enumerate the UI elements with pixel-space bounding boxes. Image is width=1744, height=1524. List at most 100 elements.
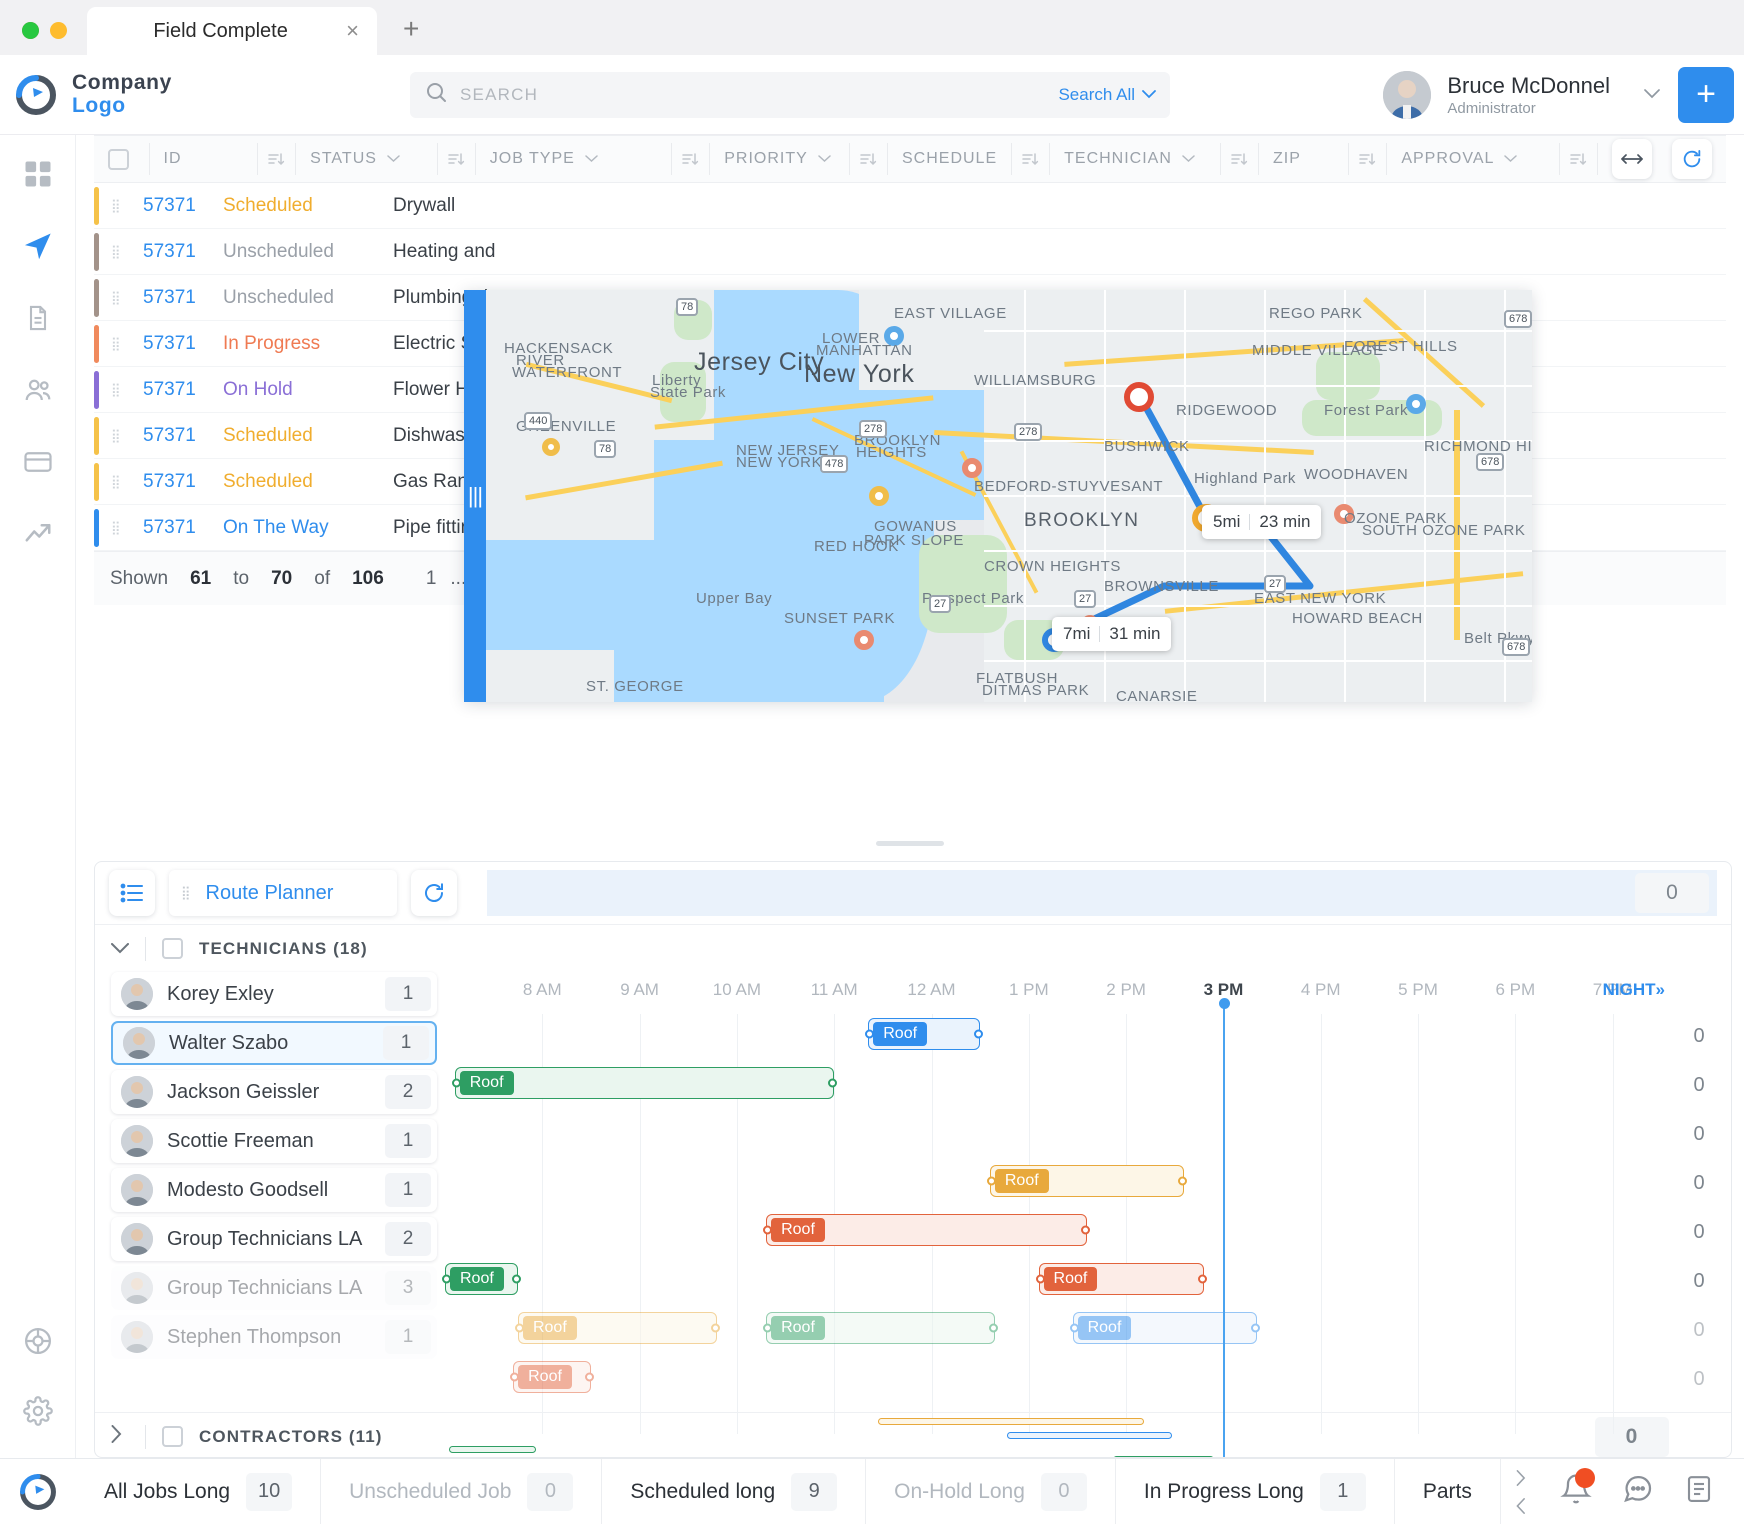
chevron-down-icon[interactable]: [1182, 152, 1195, 166]
route-map[interactable]: 5mi 23 min 7mi 31 min Jersey CityNew Yor…: [464, 290, 1532, 702]
list-icon[interactable]: [109, 870, 155, 916]
pagination-page[interactable]: 1: [426, 568, 437, 590]
technician-row[interactable]: Group Technicians LA3: [111, 1266, 437, 1310]
status-bar-item-all-jobs-long[interactable]: All Jobs Long10: [76, 1459, 321, 1524]
sort-control[interactable]: [258, 143, 296, 175]
chevron-down-icon[interactable]: [818, 152, 831, 166]
chat-button[interactable]: [1622, 1473, 1654, 1510]
map-marker[interactable]: [1406, 394, 1426, 414]
job-id[interactable]: 57371: [143, 195, 223, 217]
bar-end-handle[interactable]: [711, 1324, 720, 1333]
drag-handle-icon[interactable]: ⣿: [111, 198, 143, 214]
map-marker[interactable]: [854, 630, 874, 650]
sidebar-item-documents[interactable]: [17, 297, 59, 339]
map-marker[interactable]: [962, 458, 982, 478]
notes-button[interactable]: [1684, 1473, 1714, 1510]
technician-row[interactable]: Scottie Freeman1: [111, 1119, 437, 1163]
bar-end-handle[interactable]: [585, 1373, 594, 1382]
bar-start-handle[interactable]: [452, 1079, 461, 1088]
route-stop-marker[interactable]: [1124, 382, 1154, 412]
bar-end-handle[interactable]: [989, 1324, 998, 1333]
table-row[interactable]: ⣿57371ScheduledDrywall: [94, 183, 1726, 229]
bar-start-handle[interactable]: [515, 1324, 524, 1333]
job-id[interactable]: 57371: [143, 425, 223, 447]
map-marker[interactable]: [869, 486, 889, 506]
map-drag-handle[interactable]: |||: [464, 290, 486, 702]
drag-handle-icon[interactable]: ⣿: [111, 382, 143, 398]
technician-row[interactable]: Walter Szabo1: [111, 1021, 437, 1065]
timeline-night-label[interactable]: NIGHT»: [1603, 980, 1665, 1000]
chevron-down-icon[interactable]: [387, 152, 400, 166]
refresh-table-button[interactable]: [1672, 139, 1712, 179]
chevron-down-icon[interactable]: [1626, 86, 1678, 103]
bar-start-handle[interactable]: [1036, 1275, 1045, 1284]
select-all-jobs-checkbox[interactable]: [108, 149, 129, 170]
column-header-zip[interactable]: ZIP: [1259, 143, 1349, 175]
sidebar-item-settings[interactable]: [17, 1390, 59, 1432]
brand-logo[interactable]: Company Logo: [0, 72, 330, 117]
gantt-job-bar[interactable]: Roof: [455, 1067, 834, 1099]
map-canvas[interactable]: 5mi 23 min 7mi 31 min Jersey CityNew Yor…: [464, 290, 1532, 702]
table-row[interactable]: ⣿57371UnscheduledHeating and: [94, 229, 1726, 275]
sort-control[interactable]: [1012, 143, 1050, 175]
drag-handle-icon[interactable]: ⣿: [111, 290, 143, 306]
map-marker[interactable]: [542, 438, 560, 456]
new-tab-button[interactable]: +: [377, 13, 445, 55]
job-id[interactable]: 57371: [143, 287, 223, 309]
status-bar-logo-icon[interactable]: [0, 1472, 76, 1512]
column-header-job-type[interactable]: JOB TYPE: [476, 143, 672, 175]
status-bar-item-on-hold-long[interactable]: On-Hold Long0: [866, 1459, 1116, 1524]
sort-control[interactable]: [672, 143, 710, 175]
bar-start-handle[interactable]: [865, 1030, 874, 1039]
expand-columns-button[interactable]: [1612, 139, 1652, 179]
column-header-status[interactable]: STATUS: [296, 143, 438, 175]
chevron-down-icon[interactable]: [585, 152, 598, 166]
technician-row[interactable]: Stephen Thompson1: [111, 1315, 437, 1359]
sort-control[interactable]: [1349, 143, 1387, 175]
gantt-timeline[interactable]: 8 AM9 AM10 AM11 AM12 AM1 PM2 PM3 PM4 PM5…: [445, 972, 1671, 1406]
search-scope-dropdown[interactable]: Search All: [1058, 85, 1156, 105]
job-id[interactable]: 57371: [143, 471, 223, 493]
column-header-technician[interactable]: TECHNICIAN: [1050, 143, 1221, 175]
job-id[interactable]: 57371: [143, 333, 223, 355]
sort-control[interactable]: [438, 143, 476, 175]
bar-start-handle[interactable]: [442, 1275, 451, 1284]
job-id[interactable]: 57371: [143, 241, 223, 263]
bar-end-handle[interactable]: [1251, 1324, 1260, 1333]
global-search[interactable]: Search All: [410, 72, 1170, 118]
gantt-job-bar[interactable]: Roof: [766, 1214, 1087, 1246]
sidebar-item-dispatching[interactable]: [17, 225, 59, 267]
sort-control[interactable]: [1560, 143, 1598, 175]
drag-handle-icon[interactable]: ⣿: [111, 428, 143, 444]
technician-row[interactable]: Group Technicians LA2: [111, 1217, 437, 1261]
bar-start-handle[interactable]: [987, 1177, 996, 1186]
column-header-schedule[interactable]: SCHEDULE: [888, 143, 1012, 175]
bar-end-handle[interactable]: [512, 1275, 521, 1284]
status-bar-item-parts[interactable]: Parts: [1395, 1459, 1501, 1524]
column-header-id[interactable]: ID: [150, 143, 259, 175]
gantt-job-bar[interactable]: Roof: [1073, 1312, 1258, 1344]
drag-handle-icon[interactable]: ⣿: [111, 244, 143, 260]
bar-end-handle[interactable]: [1081, 1226, 1090, 1235]
column-header-priority[interactable]: PRIORITY: [710, 143, 850, 175]
sidebar-item-reports[interactable]: [17, 513, 59, 555]
status-bar-item-scheduled-long[interactable]: Scheduled long9: [602, 1459, 866, 1524]
sort-icon[interactable]: [1231, 152, 1248, 167]
select-all-contractors-checkbox[interactable]: [162, 1426, 183, 1447]
status-bar-item-unscheduled-job[interactable]: Unscheduled Job0: [321, 1459, 602, 1524]
panel-resize-handle[interactable]: [876, 841, 944, 846]
bar-start-handle[interactable]: [1070, 1324, 1079, 1333]
gantt-job-bar[interactable]: Roof: [1039, 1263, 1204, 1295]
job-id[interactable]: 57371: [143, 517, 223, 539]
user-menu[interactable]: Bruce McDonnel Administrator: [1383, 71, 1678, 119]
sidebar-item-customers[interactable]: [17, 369, 59, 411]
bar-start-handle[interactable]: [763, 1226, 772, 1235]
bar-end-handle[interactable]: [1178, 1177, 1187, 1186]
status-bar-item-in-progress-long[interactable]: In Progress Long1: [1116, 1459, 1395, 1524]
bar-start-handle[interactable]: [510, 1373, 519, 1382]
gantt-job-bar[interactable]: Roof: [868, 1018, 980, 1050]
drag-handle-icon[interactable]: ⣿: [111, 474, 143, 490]
status-bar-scroll-arrows[interactable]: [1501, 1470, 1541, 1514]
sort-icon[interactable]: [860, 152, 877, 167]
maximize-window-button[interactable]: [22, 22, 39, 39]
